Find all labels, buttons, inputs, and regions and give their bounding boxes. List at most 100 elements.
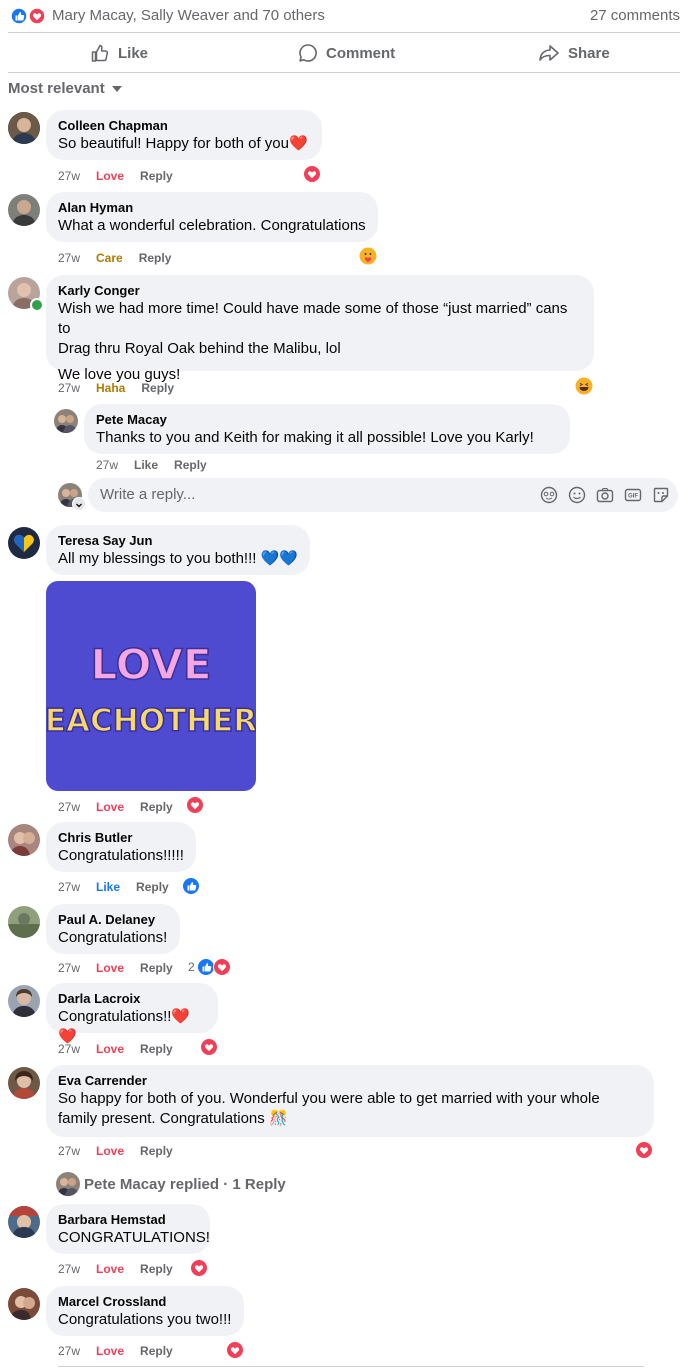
reply-link[interactable]: Reply: [140, 1262, 173, 1276]
comment-time[interactable]: 27w: [58, 880, 80, 894]
share-button[interactable]: Share: [538, 42, 610, 64]
chevron-down-icon[interactable]: [72, 497, 86, 511]
comment-time[interactable]: 27w: [58, 1144, 80, 1158]
comment-time[interactable]: 27w: [96, 458, 118, 472]
gif-attachment[interactable]: LOVE EACHOTHER: [44, 581, 258, 791]
comment-bubble-icon: [299, 44, 317, 62]
reaction-link[interactable]: Care: [96, 251, 123, 265]
reply-link[interactable]: Reply: [140, 800, 173, 814]
reaction-link[interactable]: Love: [96, 1262, 124, 1276]
comment-text: Wish we had more time! Could have made s…: [58, 300, 568, 337]
comment-time[interactable]: 27w: [58, 800, 80, 814]
reactions-summary-bar: Mary Macay, Sally Weaver and 70 others 2…: [0, 0, 680, 32]
comment-bubble: Darla Lacroix Congratulations!!❤️ ❤️: [46, 983, 218, 1045]
reaction-link[interactable]: Haha: [96, 381, 125, 395]
reply-link[interactable]: Reply: [136, 880, 169, 894]
reply-link[interactable]: Reply: [140, 169, 173, 183]
reaction-summary[interactable]: 2: [188, 958, 231, 976]
comment-text: Drag thru Royal Oak behind the Malibu, l…: [58, 340, 341, 357]
sort-dropdown[interactable]: Most relevant: [8, 80, 123, 97]
comment-time[interactable]: 27w: [58, 1042, 80, 1056]
comment-time[interactable]: 27w: [58, 381, 80, 395]
comment-label: Comment: [326, 44, 396, 62]
avatar[interactable]: [8, 112, 40, 144]
comment-count[interactable]: 27 comments: [590, 7, 680, 24]
reaction-link[interactable]: Love: [96, 961, 124, 975]
camera-icon[interactable]: [596, 486, 614, 504]
commenter-name[interactable]: Paul A. Delaney: [58, 912, 168, 928]
reaction-icons[interactable]: [10, 7, 50, 25]
avatar[interactable]: [8, 1288, 40, 1320]
comment-actions: 27w Love Reply: [58, 169, 173, 183]
love-reaction-icon[interactable]: [200, 1038, 218, 1056]
comment-bubble: Colleen Chapman So beautiful! Happy for …: [46, 110, 322, 160]
reply-link[interactable]: Reply: [174, 458, 207, 472]
like-label: Like: [118, 44, 149, 62]
haha-reaction-icon[interactable]: [575, 377, 593, 395]
love-reaction-icon[interactable]: [186, 796, 204, 814]
care-reaction-icon[interactable]: [359, 247, 377, 265]
comment-time[interactable]: 27w: [58, 961, 80, 975]
comment-time[interactable]: 27w: [58, 169, 80, 183]
commenter-name[interactable]: Pete Macay: [96, 412, 558, 428]
reply-link[interactable]: Reply: [140, 1144, 173, 1158]
reaction-link[interactable]: Like: [134, 458, 158, 472]
reaction-link[interactable]: Love: [96, 800, 124, 814]
love-reaction-icon[interactable]: [190, 1259, 208, 1277]
avatar[interactable]: [8, 906, 40, 938]
reply-link[interactable]: Reply: [140, 1042, 173, 1056]
avatar[interactable]: [8, 985, 40, 1017]
reaction-link[interactable]: Love: [96, 1344, 124, 1358]
sort-label: Most relevant: [8, 80, 105, 97]
commenter-name[interactable]: Barbara Hemstad: [58, 1212, 198, 1228]
commenter-name[interactable]: Marcel Crossland: [58, 1294, 232, 1310]
view-replies-link[interactable]: Pete Macay replied · 1 Reply: [56, 1172, 286, 1196]
commenter-name[interactable]: Darla Lacroix: [58, 991, 206, 1007]
reply-link[interactable]: Reply: [141, 381, 174, 395]
like-button[interactable]: Like: [90, 42, 148, 64]
avatar[interactable]: [8, 527, 40, 559]
comment-time[interactable]: 27w: [58, 1344, 80, 1358]
comment-bubble: Marcel Crossland Congratulations you two…: [46, 1286, 244, 1336]
sticker-icon[interactable]: [652, 486, 670, 504]
love-reaction-icon[interactable]: [226, 1341, 244, 1359]
comment-bubble: Alan Hyman What a wonderful celebration.…: [46, 192, 378, 242]
comment-text: Thanks to you and Keith for making it al…: [96, 429, 534, 446]
reply-link[interactable]: Reply: [140, 961, 173, 975]
commenter-name[interactable]: Teresa Say Jun: [58, 533, 298, 549]
comment-time[interactable]: 27w: [58, 251, 80, 265]
reply-link[interactable]: Reply: [140, 1344, 173, 1358]
comment-actions: 27w Like Reply: [58, 880, 169, 894]
reply-bubble: Pete Macay Thanks to you and Keith for m…: [84, 404, 570, 454]
comment-button[interactable]: Comment: [298, 42, 395, 64]
comment-actions: 27w Love Reply: [58, 800, 173, 814]
emoji-icon[interactable]: [568, 486, 586, 504]
reactors-text[interactable]: Mary Macay, Sally Weaver and 70 others: [52, 7, 325, 24]
avatar[interactable]: [8, 824, 40, 856]
reaction-link[interactable]: Love: [96, 169, 124, 183]
commenter-name[interactable]: Karly Conger: [58, 283, 582, 299]
gif-text-line2: EACHOTHER: [46, 703, 256, 739]
reaction-link[interactable]: Love: [96, 1144, 124, 1158]
love-reaction-icon[interactable]: [303, 165, 321, 183]
commenter-name[interactable]: Colleen Chapman: [58, 118, 310, 134]
commenter-name[interactable]: Alan Hyman: [58, 200, 366, 216]
reply-input[interactable]: Write a reply... GIF: [88, 478, 678, 512]
reaction-link[interactable]: Love: [96, 1042, 124, 1056]
reaction-link[interactable]: Like: [96, 880, 120, 894]
love-reaction-icon[interactable]: [635, 1141, 653, 1159]
avatar[interactable]: [8, 1067, 40, 1099]
commenter-name[interactable]: Eva Carrender: [58, 1073, 642, 1089]
like-reaction-icon[interactable]: [182, 877, 200, 895]
comment-text: So beautiful! Happy for both of you❤️: [58, 135, 308, 152]
gif-icon[interactable]: GIF: [624, 486, 642, 504]
reply-input-tools: GIF: [540, 486, 670, 504]
avatar-sticker-icon[interactable]: [540, 486, 558, 504]
reply-link[interactable]: Reply: [139, 251, 172, 265]
avatar[interactable]: [8, 1206, 40, 1238]
comment-bubble: Chris Butler Congratulations!!!!!: [46, 822, 196, 872]
comment-time[interactable]: 27w: [58, 1262, 80, 1276]
avatar[interactable]: [54, 409, 78, 433]
commenter-name[interactable]: Chris Butler: [58, 830, 184, 846]
avatar[interactable]: [8, 194, 40, 226]
